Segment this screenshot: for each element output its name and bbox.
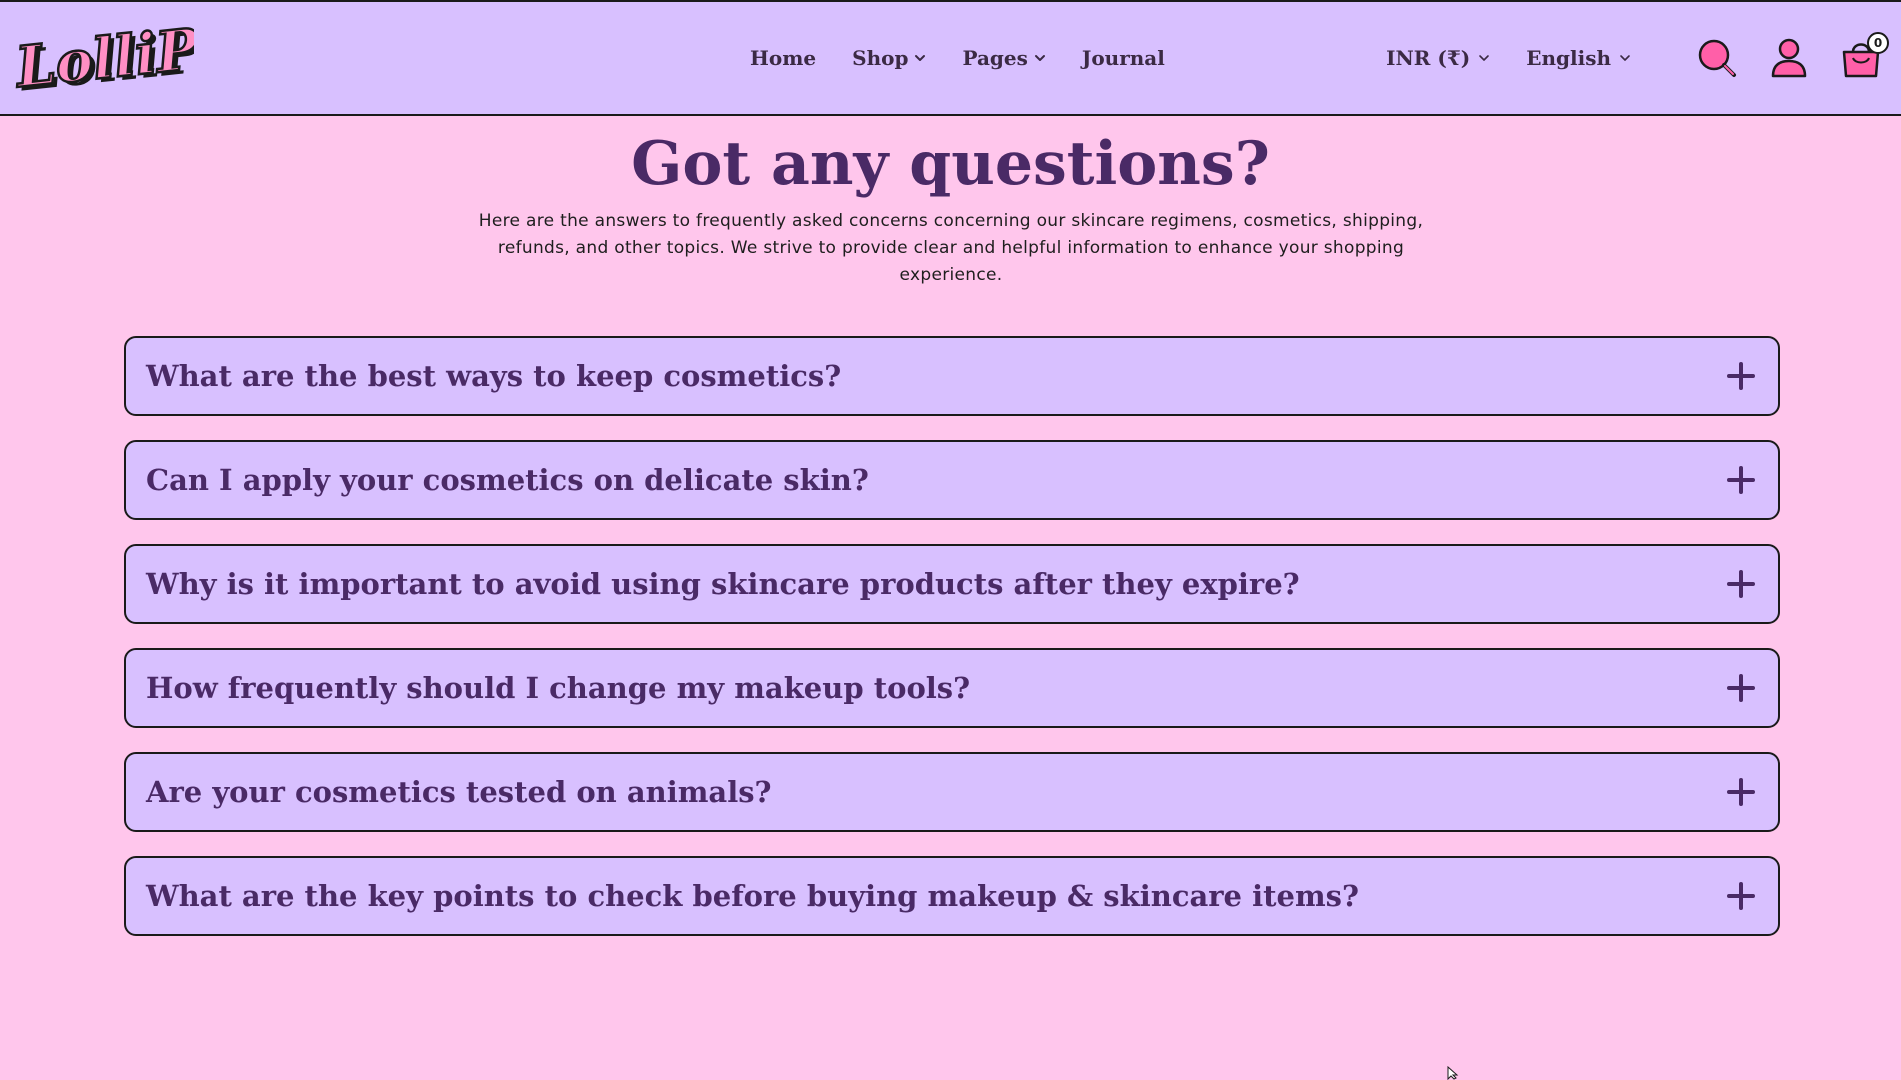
logo-wordmark: LolliPop LolliPop <box>12 16 194 104</box>
faq-item[interactable]: Can I apply your cosmetics on delicate s… <box>124 440 1780 520</box>
faq-question: What are the key points to check before … <box>146 879 1359 913</box>
plus-icon <box>1727 466 1755 494</box>
nav-item-label: Shop <box>852 46 909 70</box>
plus-icon <box>1727 778 1755 806</box>
chevron-down-icon <box>915 55 926 61</box>
nav-item-label: Pages <box>962 46 1028 70</box>
nav-item-home[interactable]: Home <box>750 46 816 70</box>
currency-label: INR (₹) <box>1386 46 1471 70</box>
plus-icon <box>1727 570 1755 598</box>
chevron-down-icon <box>1034 55 1045 61</box>
faq-question: Can I apply your cosmetics on delicate s… <box>146 463 869 497</box>
faq-item[interactable]: How frequently should I change my makeup… <box>124 648 1780 728</box>
lollipop-logo[interactable]: LolliPop LolliPop <box>12 16 194 104</box>
site-header: LolliPop LolliPop Home Shop Pages Journa… <box>0 0 1901 116</box>
faq-question: How frequently should I change my makeup… <box>146 671 971 705</box>
search-button[interactable] <box>1695 36 1739 80</box>
faq-question: What are the best ways to keep cosmetics… <box>146 359 842 393</box>
plus-icon <box>1727 362 1755 390</box>
main-nav: Home Shop Pages Journal <box>750 2 1165 114</box>
faq-item[interactable]: What are the key points to check before … <box>124 856 1780 936</box>
chevron-down-icon <box>1620 55 1630 61</box>
nav-item-journal[interactable]: Journal <box>1082 46 1165 70</box>
faq-item[interactable]: What are the best ways to keep cosmetics… <box>124 336 1780 416</box>
chevron-down-icon <box>1479 55 1490 61</box>
faq-item[interactable]: Why is it important to avoid using skinc… <box>124 544 1780 624</box>
user-icon <box>1771 38 1807 78</box>
plus-icon <box>1727 882 1755 910</box>
cart-count-badge: 0 <box>1867 32 1889 54</box>
account-button[interactable] <box>1767 36 1811 80</box>
page-title: Got any questions? <box>631 129 1270 199</box>
faq-question: Are your cosmetics tested on animals? <box>146 775 772 809</box>
faq-item[interactable]: Are your cosmetics tested on animals? <box>124 752 1780 832</box>
language-selector[interactable]: English <box>1526 46 1631 70</box>
nav-item-label: Home <box>750 46 817 70</box>
currency-selector[interactable]: INR (₹) <box>1386 46 1490 70</box>
faq-question: Why is it important to avoid using skinc… <box>146 567 1300 601</box>
nav-item-label: Journal <box>1081 46 1165 70</box>
language-label: English <box>1526 46 1611 70</box>
header-tools: INR (₹) English 0 <box>1386 2 1889 114</box>
plus-icon <box>1727 674 1755 702</box>
nav-item-shop[interactable]: Shop <box>852 46 926 70</box>
mouse-cursor-icon <box>1447 1066 1459 1080</box>
cart-button[interactable]: 0 <box>1839 32 1889 80</box>
nav-item-pages[interactable]: Pages <box>962 46 1045 70</box>
page-intro: Here are the answers to frequently asked… <box>478 211 1424 285</box>
faq-list: What are the best ways to keep cosmetics… <box>124 336 1780 960</box>
search-icon <box>1698 39 1736 77</box>
